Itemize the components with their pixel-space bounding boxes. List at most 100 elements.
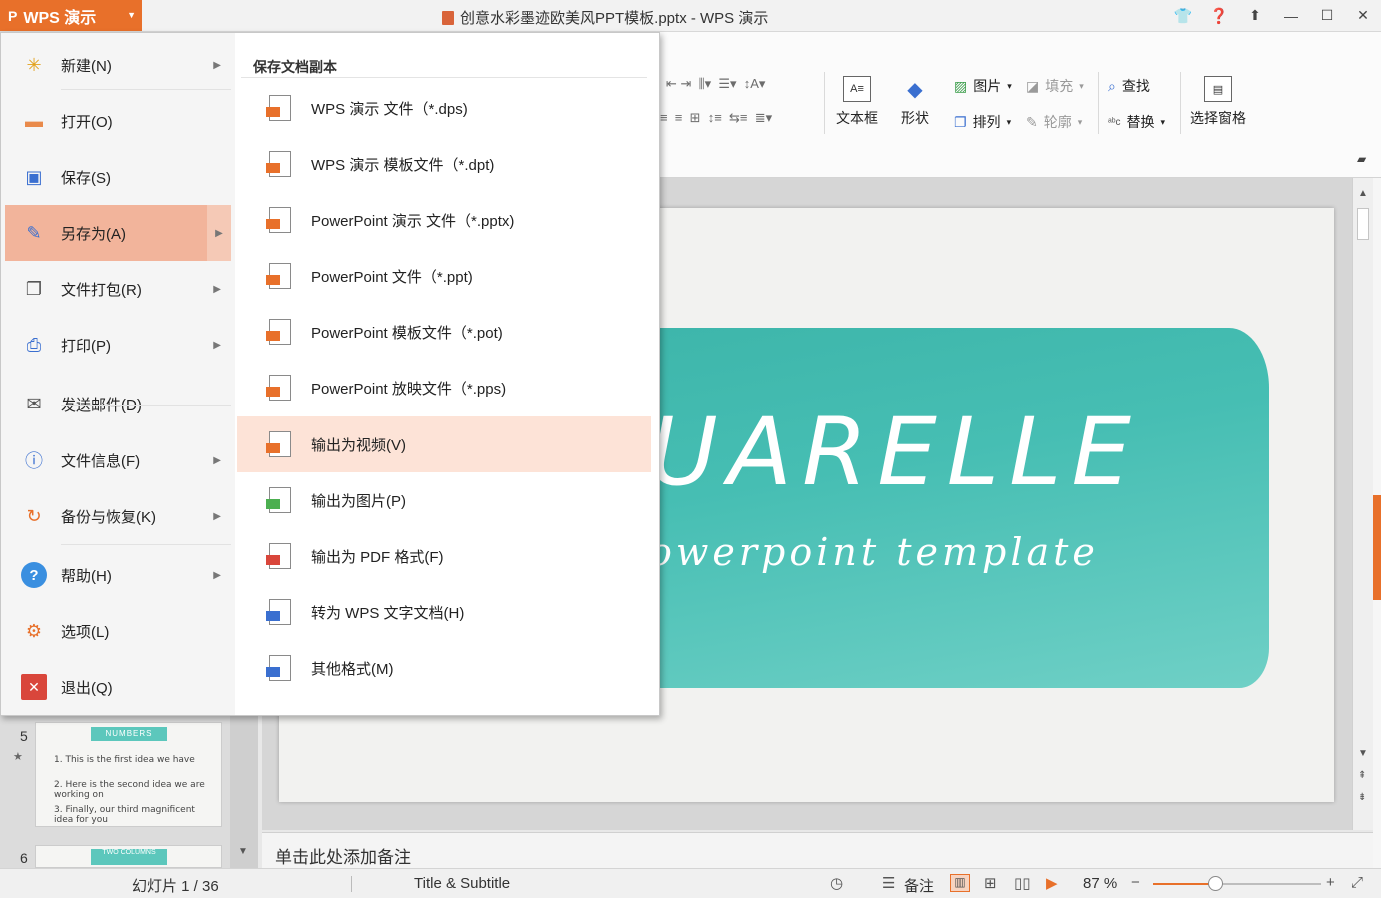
file-menu-item[interactable]: ✎ 另存为(A) ▶ (5, 205, 231, 261)
zoom-level[interactable]: 87 % (1083, 875, 1117, 892)
normal-view-icon[interactable]: ▥ (950, 874, 970, 892)
notes-toggle[interactable]: 备注 (904, 875, 934, 896)
shape-button[interactable]: ◆ 形状 (901, 76, 929, 128)
file-menu-item[interactable]: ↻ 备份与恢复(K) ▶ (5, 488, 231, 544)
zoom-out-icon[interactable]: − (1131, 874, 1140, 891)
file-menu-item[interactable]: ? 帮助(H) ▶ (5, 547, 231, 603)
save-as-option[interactable]: PowerPoint 模板文件（*.pot) (237, 304, 651, 360)
chevron-right-icon: ▶ (213, 59, 221, 71)
paragraph-tools-row2[interactable]: ≡ ≡ ⊞ ↕≡ ⇆≡ ≣▾ (660, 110, 772, 126)
thumbnail-scrollbar[interactable]: ▼ (230, 712, 258, 868)
save-as-option-label: 其他格式(M) (311, 660, 394, 678)
zoom-slider-knob[interactable] (1208, 876, 1224, 891)
outline-button[interactable]: ✎ 轮廓 ▾ (1026, 112, 1082, 132)
arrange-icon: ❐ (954, 113, 967, 130)
save-as-option[interactable]: WPS 演示 文件（*.dps) (237, 80, 651, 136)
task-pane-toggle[interactable] (1373, 495, 1381, 600)
fill-button[interactable]: ◪ 填充 ▾ (1026, 76, 1084, 96)
app-menu-button[interactable]: P WPS 演示 ▼ (0, 0, 142, 31)
file-info-icon: ⓘ (25, 451, 43, 471)
save-as-option[interactable]: PowerPoint 放映文件（*.pps) (237, 360, 651, 416)
ribbon-options-icon[interactable]: ▰ (1357, 152, 1366, 166)
file-menu-item-label: 选项(L) (61, 623, 110, 641)
convert-doc-icon (266, 599, 291, 625)
maximize-button[interactable]: ☐ (1309, 7, 1345, 24)
exit-icon: ✕ (21, 674, 47, 700)
previous-slide-icon[interactable]: ⇞ (1358, 770, 1366, 781)
submenu-heading: 保存文档副本 (253, 59, 337, 75)
save-as-option[interactable]: PowerPoint 文件（*.ppt) (237, 248, 651, 304)
save-as-option[interactable]: 转为 WPS 文字文档(H) (237, 584, 651, 640)
chevron-down-icon: ▼ (127, 10, 136, 20)
menu-divider (61, 405, 231, 406)
save-as-option[interactable]: 输出为视频(V) (237, 416, 651, 472)
arrange-button[interactable]: ❐ 排列 ▾ (954, 112, 1011, 132)
selection-pane-button[interactable]: ▤ 选择窗格 (1190, 76, 1246, 128)
picture-button[interactable]: ▨ 图片 ▾ (954, 76, 1012, 96)
slideshow-icon[interactable]: ▶ (1046, 874, 1058, 892)
save-as-option[interactable]: 输出为图片(P) (237, 472, 651, 528)
slide-thumbnail[interactable]: TWO COLUMNS (35, 845, 222, 868)
pptx-file-icon (442, 10, 454, 25)
slide-number: 6 (20, 850, 28, 866)
scroll-up-arrow-icon[interactable]: ▲ (1358, 188, 1368, 199)
next-slide-icon[interactable]: ⇟ (1358, 792, 1366, 803)
save-as-option[interactable]: 输出为 PDF 格式(F) (237, 528, 651, 584)
save-as-option-label: PowerPoint 演示 文件（*.pptx) (311, 212, 515, 230)
file-menu-item[interactable]: ⚙ 选项(L) (5, 603, 231, 659)
help-icon[interactable]: ❓ (1201, 7, 1237, 25)
chevron-right-icon: ▶ (207, 205, 231, 261)
vertical-scrollbar[interactable]: ▲ ▼ ⇞ ⇟ (1352, 178, 1373, 830)
paragraph-tools-row1[interactable]: ⇤ ⇥ ⫼▾ ☰▾ ↕A▾ (666, 76, 765, 92)
scroll-thumb[interactable] (1357, 208, 1369, 240)
save-as-option[interactable]: WPS 演示 模板文件（*.dpt) (237, 136, 651, 192)
save-as-option[interactable]: 其他格式(M) (237, 640, 651, 696)
save-as-option[interactable]: PowerPoint 演示 文件（*.pptx) (237, 192, 651, 248)
file-menu-item[interactable]: ✳ 新建(N) ▶ (5, 37, 231, 93)
replace-button[interactable]: ᵃᵇc 替换 ▾ (1108, 112, 1165, 132)
close-button[interactable]: ✕ (1345, 7, 1381, 24)
pptx-file-icon (266, 207, 291, 233)
file-menu-item[interactable]: ❐ 文件打包(R) ▶ (5, 261, 231, 317)
video-export-icon (266, 431, 291, 457)
notes-placeholder[interactable]: 单击此处添加备注 (275, 843, 411, 868)
file-menu-item[interactable]: ✕ 退出(Q) (5, 659, 231, 715)
menu-divider (61, 89, 231, 90)
notes-icon[interactable]: ☰ (882, 874, 895, 892)
save-as-option-label: PowerPoint 放映文件（*.pps) (311, 380, 507, 398)
textbox-button[interactable]: A≡ 文本框 (836, 76, 878, 128)
slide-sorter-icon[interactable]: ⊞ (984, 874, 997, 892)
file-menu-item-label: 打开(O) (61, 113, 113, 131)
find-button[interactable]: ⌕ 查找 (1108, 76, 1150, 96)
title-bar: P WPS 演示 ▼ 创意水彩墨迹欧美风PPT模板.pptx - WPS 演示 … (0, 0, 1381, 32)
fit-window-icon[interactable]: ⤢ (1351, 874, 1363, 891)
scroll-down-arrow-icon[interactable]: ▼ (238, 846, 248, 857)
chevron-right-icon: ▶ (213, 283, 221, 295)
zoom-in-icon[interactable]: + (1326, 874, 1335, 891)
file-menu-list: ✳ 新建(N) ▶ ▬ 打开(O) ▣ 保存(S) ✎ 另存为(A) ▶ ❐ 文件打包(R) ▶ ⎙ 打印(… (1, 33, 235, 715)
skin-icon[interactable]: 👕 (1165, 7, 1201, 25)
file-menu-item[interactable]: ▬ 打开(O) (5, 93, 231, 149)
history-icon[interactable]: ◷ (830, 874, 843, 892)
file-menu-item[interactable]: ✉ 发送邮件(D) (5, 376, 231, 432)
replace-icon: ᵃᵇc (1108, 116, 1121, 128)
chevron-right-icon: ▶ (213, 339, 221, 351)
menu-divider (61, 544, 231, 545)
mail-icon: ✉ (26, 393, 42, 414)
minimize-ribbon-icon[interactable]: ⬆ (1237, 7, 1273, 24)
file-menu-item[interactable]: ▣ 保存(S) (5, 149, 231, 205)
slide-subtitle[interactable]: owerpoint template (649, 530, 1099, 574)
slide-title[interactable]: UARELLE (649, 398, 1141, 507)
picture-icon: ▨ (954, 77, 968, 94)
zoom-slider-fill (1153, 883, 1216, 885)
slide-thumbnail[interactable]: NUMBERS 1. This is the first idea we hav… (35, 722, 222, 827)
scroll-down-arrow-icon[interactable]: ▼ (1358, 748, 1368, 759)
pdf-export-icon (266, 543, 291, 569)
reading-view-icon[interactable]: ▯▯ (1014, 874, 1031, 892)
minimize-button[interactable]: — (1273, 8, 1309, 24)
thumbnail-text: 2. Here is the second idea we are workin… (54, 780, 205, 800)
file-menu-item[interactable]: ⎙ 打印(P) ▶ (5, 317, 231, 373)
notes-pane[interactable]: 单击此处添加备注 (262, 832, 1373, 868)
fill-bucket-icon: ◪ (1026, 77, 1040, 94)
file-menu-item[interactable]: ⓘ 文件信息(F) ▶ (5, 432, 231, 488)
